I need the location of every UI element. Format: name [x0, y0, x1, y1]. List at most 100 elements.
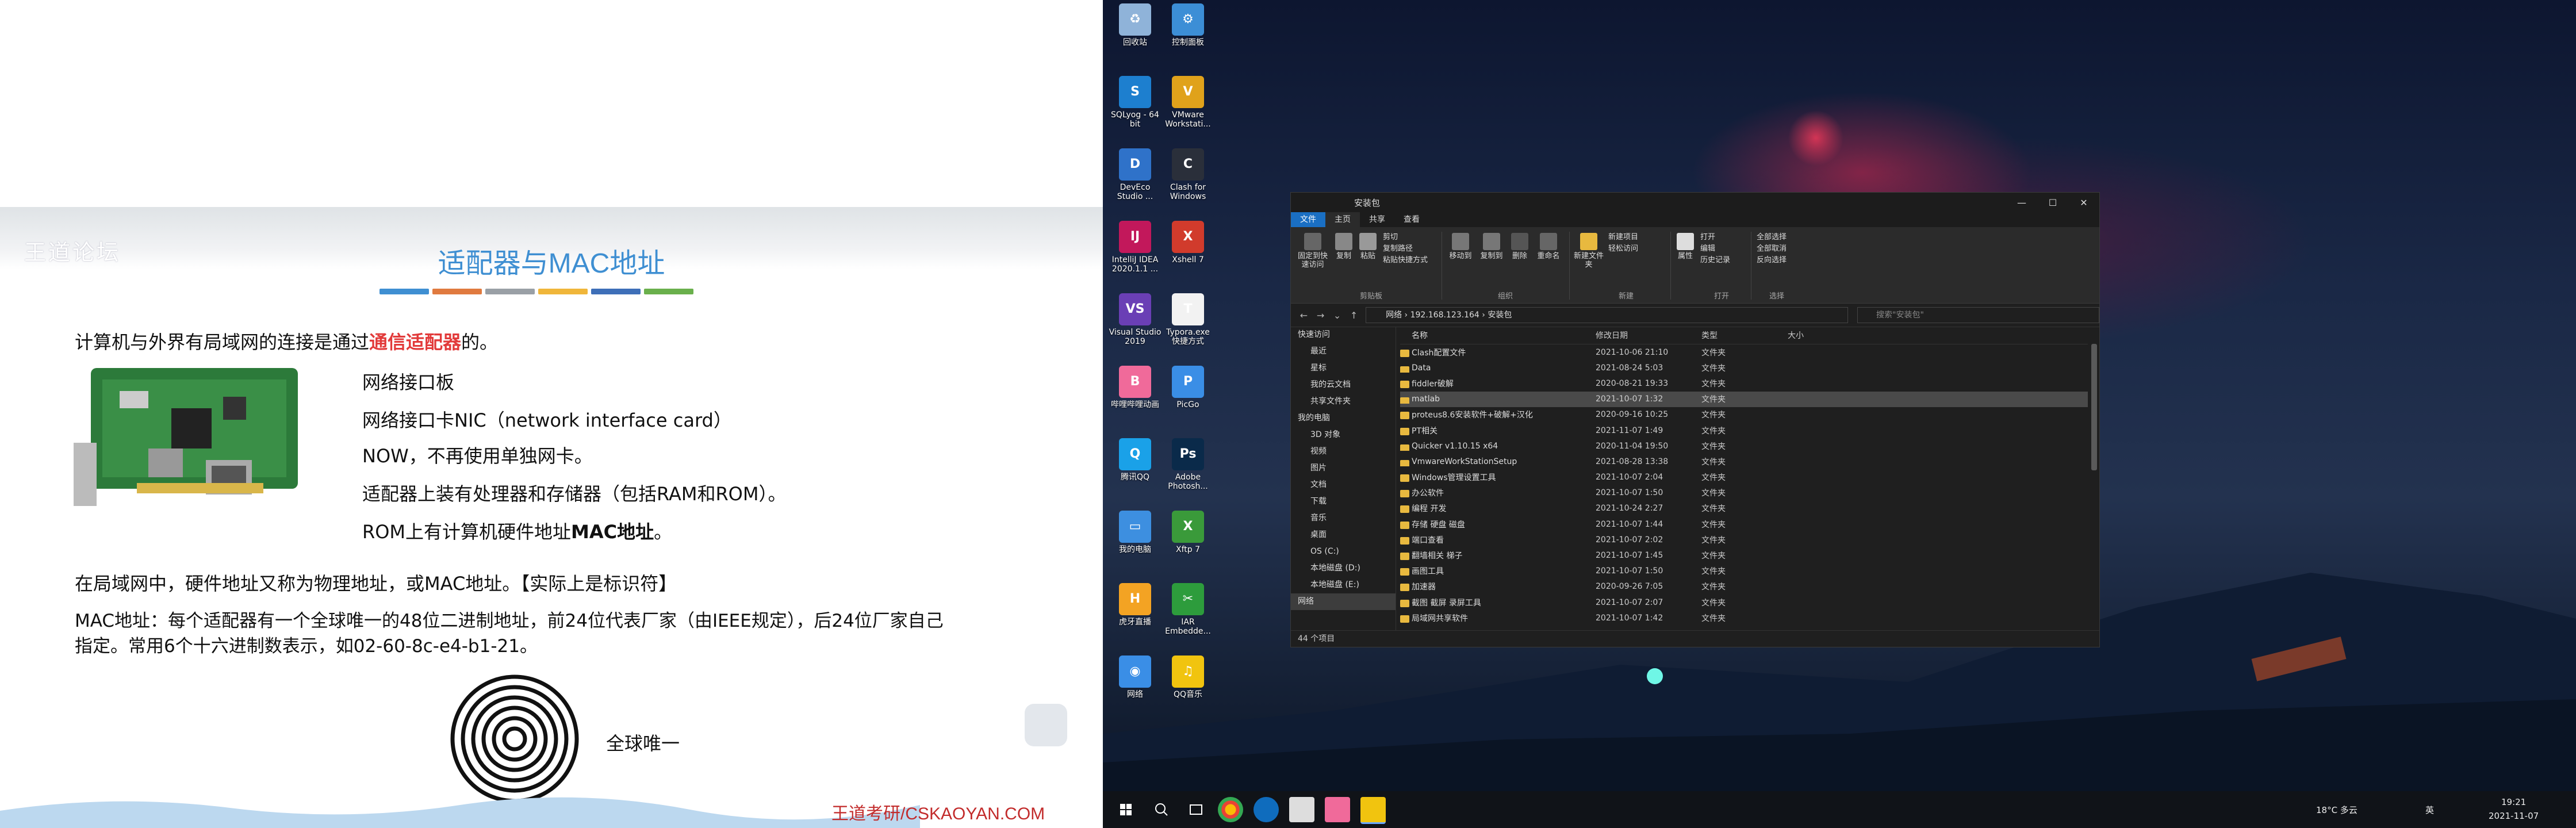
nav-tree-item[interactable]: 图片 — [1291, 460, 1396, 477]
nav-tree-item[interactable]: OS (C:) — [1291, 543, 1396, 560]
desktop-icon[interactable]: Ps Adobe Photosh... — [1162, 438, 1214, 491]
nav-tree-item[interactable]: 下载 — [1291, 493, 1396, 510]
file-row[interactable]: 局域网共享软件 2021-10-07 1:42 文件夹 — [1400, 610, 2088, 626]
file-row[interactable]: PT相关 2021-11-07 1:49 文件夹 — [1400, 423, 2088, 438]
desktop-icon[interactable]: X Xshell 7 — [1162, 221, 1214, 264]
vertical-scrollbar[interactable] — [2091, 344, 2097, 470]
copy-to-button[interactable]: 复制到 — [1477, 233, 1506, 260]
nav-tree-item[interactable]: 3D 对象 — [1291, 427, 1396, 443]
nav-tree-item[interactable]: 我的电脑 — [1291, 410, 1396, 427]
typora-taskbar-icon[interactable] — [1289, 797, 1314, 822]
desktop-icon[interactable]: H 虎牙直播 — [1109, 583, 1162, 627]
desktop-icon[interactable]: IJ IntelliJ IDEA 2020.1.1 ... — [1109, 221, 1162, 274]
nav-tree-item[interactable]: 桌面 — [1291, 527, 1396, 543]
nav-tree-item[interactable]: 网络 — [1291, 593, 1396, 610]
nav-tree-item[interactable]: 视频 — [1291, 443, 1396, 460]
tab-view[interactable]: 查看 — [1394, 212, 1429, 227]
search-taskbar-button[interactable] — [1149, 797, 1174, 822]
column-name[interactable]: 名称 — [1400, 329, 1596, 341]
file-row[interactable]: proteus8.6安装软件+破解+汉化 2020-09-16 10:25 文件夹 — [1400, 407, 2088, 423]
tab-share[interactable]: 共享 — [1360, 212, 1394, 227]
delete-button[interactable]: 删除 — [1508, 233, 1531, 260]
clock-date[interactable]: 2021-11-07 — [2489, 811, 2539, 821]
desktop-icon[interactable]: C Clash for Windows — [1162, 148, 1214, 201]
forward-icon[interactable]: → — [1317, 310, 1324, 321]
file-row[interactable]: 加速器 2020-09-26 7:05 文件夹 — [1400, 579, 2088, 595]
up-icon[interactable]: ↑ — [1350, 310, 1358, 321]
file-row[interactable]: fiddler破解 2020-08-21 19:33 文件夹 — [1400, 375, 2088, 391]
nav-tree-item[interactable]: 我的云文档 — [1291, 377, 1396, 393]
desktop-icon[interactable]: P PicGo — [1162, 366, 1214, 409]
desktop-icon[interactable]: D DevEco Studio ... — [1109, 148, 1162, 201]
nav-tree-item[interactable]: 共享文件夹 — [1291, 393, 1396, 410]
ime-indicator[interactable]: 英 — [2425, 804, 2434, 816]
clock-time[interactable]: 19:21 — [2501, 797, 2526, 807]
desktop-icon[interactable]: S SQLyog - 64 bit — [1109, 76, 1162, 129]
chevron-down-icon[interactable]: ⌄ — [1333, 310, 1341, 321]
file-row[interactable]: Quicker v1.10.15 x64 2020-11-04 19:50 文件夹 — [1400, 438, 2088, 454]
paste-shortcut-button[interactable]: 粘贴快捷方式 — [1383, 255, 1428, 266]
pin-quick-access-button[interactable]: 固定到快速访问 — [1295, 233, 1330, 269]
history-button[interactable]: 历史记录 — [1700, 255, 1730, 266]
move-to-button[interactable]: 移动到 — [1446, 233, 1475, 260]
play-button[interactable] — [1025, 704, 1067, 746]
select-none-button[interactable]: 全部取消 — [1757, 243, 1787, 255]
column-size[interactable]: 大小 — [1788, 329, 1845, 341]
minimize-button[interactable]: — — [2006, 197, 2037, 208]
desktop-icon[interactable]: ♻ 回收站 — [1109, 3, 1162, 47]
desktop-icon[interactable]: B 哔哩哔哩动画 — [1109, 366, 1162, 409]
nav-tree-item[interactable]: 快速访问 — [1291, 327, 1396, 343]
desktop-icon[interactable]: ♫ QQ音乐 — [1162, 656, 1214, 699]
desktop-icon[interactable]: T Typora.exe 快捷方式 — [1162, 293, 1214, 346]
file-row[interactable]: 端口查看 2021-10-07 2:02 文件夹 — [1400, 532, 2088, 547]
address-bar[interactable]: 网络 › 192.168.123.164 › 安装包 — [1366, 307, 1849, 323]
file-row[interactable]: VmwareWorkStationSetup 2021-08-28 13:38 文件… — [1400, 454, 2088, 469]
desktop-icon[interactable]: ✂ IAR Embedde... — [1162, 583, 1214, 636]
file-row[interactable]: Clash配置文件 2021-10-06 21:10 文件夹 — [1400, 344, 2088, 360]
nav-tree-item[interactable]: 本地磁盘 (D:) — [1291, 560, 1396, 577]
properties-button[interactable]: 属性 — [1674, 233, 1697, 260]
edit-button[interactable]: 编辑 — [1700, 243, 1715, 255]
copy-button[interactable]: 复制 — [1332, 233, 1355, 260]
desktop-icon[interactable]: ⚙ 控制面板 — [1162, 3, 1214, 47]
tab-home[interactable]: 主页 — [1325, 212, 1360, 227]
desktop-icon[interactable]: X Xftp 7 — [1162, 511, 1214, 554]
file-row[interactable]: Data 2021-08-24 5:03 文件夹 — [1400, 360, 2088, 375]
edge-icon[interactable] — [1254, 797, 1279, 822]
chrome-icon[interactable] — [1218, 797, 1243, 822]
new-item-button[interactable]: 新建项目 — [1608, 232, 1638, 243]
easy-access-button[interactable]: 轻松访问 — [1608, 243, 1638, 255]
open-button[interactable]: 打开 — [1700, 232, 1715, 243]
desktop-icon[interactable]: ◉ 网络 — [1109, 656, 1162, 699]
file-row[interactable]: 翻墙相关 梯子 2021-10-07 1:45 文件夹 — [1400, 547, 2088, 563]
desktop-icon[interactable]: VS Visual Studio 2019 — [1109, 293, 1162, 346]
nav-tree-item[interactable]: 文档 — [1291, 477, 1396, 493]
weather-text[interactable]: 18°C 多云 — [2316, 804, 2358, 816]
tab-file[interactable]: 文件 — [1291, 212, 1325, 227]
back-icon[interactable]: ← — [1300, 310, 1308, 321]
new-folder-button[interactable]: 新建文件夹 — [1573, 233, 1605, 269]
rename-button[interactable]: 重命名 — [1532, 233, 1565, 260]
select-all-button[interactable]: 全部选择 — [1757, 232, 1787, 243]
invert-selection-button[interactable]: 反向选择 — [1757, 255, 1787, 266]
file-row[interactable]: 编程 开发 2021-10-24 2:27 文件夹 — [1400, 501, 2088, 516]
file-row[interactable]: Windows管理设置工具 2021-10-07 2:04 文件夹 — [1400, 470, 2088, 485]
file-row[interactable]: 截图 截屏 录屏工具 2021-10-07 2:07 文件夹 — [1400, 595, 2088, 610]
file-row[interactable]: matlab 2021-10-07 1:32 文件夹 — [1400, 391, 2088, 407]
explorer-titlebar[interactable]: 安装包 — ☐ ✕ — [1291, 193, 2099, 212]
cut-button[interactable]: 剪切 — [1383, 232, 1398, 243]
paste-button[interactable]: 粘贴 — [1356, 233, 1379, 260]
search-input[interactable]: 搜索"安装包" — [1857, 307, 2100, 323]
bilibili-taskbar-icon[interactable] — [1325, 797, 1350, 822]
nav-tree-item[interactable]: 星标 — [1291, 360, 1396, 377]
file-row[interactable]: 画图工具 2021-10-07 1:50 文件夹 — [1400, 564, 2088, 579]
file-explorer-taskbar-icon[interactable] — [1360, 797, 1386, 824]
maximize-button[interactable]: ☐ — [2037, 197, 2068, 208]
column-date[interactable]: 修改日期 — [1596, 329, 1701, 341]
task-view-button[interactable] — [1183, 797, 1209, 822]
desktop-icon[interactable]: V VMware Workstati... — [1162, 76, 1214, 129]
nav-tree-item[interactable]: 音乐 — [1291, 510, 1396, 527]
start-button[interactable] — [1113, 797, 1138, 822]
file-row[interactable]: 存储 硬盘 磁盘 2021-10-07 1:44 文件夹 — [1400, 516, 2088, 532]
copy-path-button[interactable]: 复制路径 — [1383, 243, 1413, 255]
